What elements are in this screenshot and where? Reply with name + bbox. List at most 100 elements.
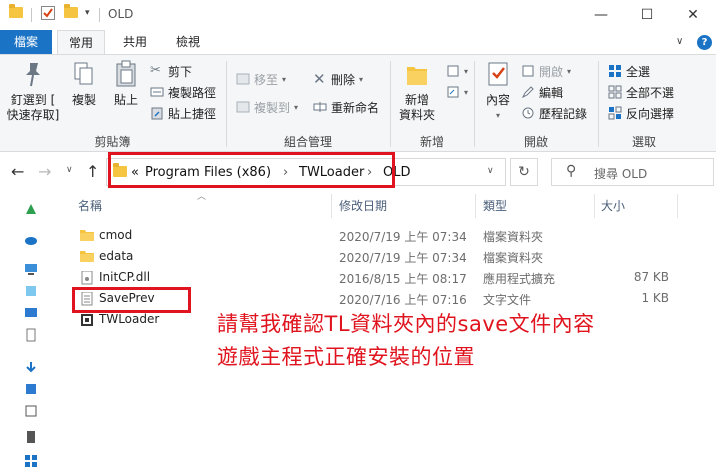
easy-access-button[interactable]: ▾ bbox=[446, 82, 468, 102]
edit-icon bbox=[521, 85, 535, 99]
select-none-button[interactable]: 全部不選 bbox=[608, 82, 674, 102]
copy-path-icon bbox=[150, 85, 164, 99]
rename-button[interactable]: 重新命名 bbox=[313, 97, 379, 117]
breadcrumb-item-program-files[interactable]: Program Files (x86) bbox=[145, 165, 271, 180]
tab-home[interactable]: 常用 bbox=[57, 30, 105, 55]
copy-label: 複製 bbox=[71, 93, 96, 107]
file-name: SavePrev bbox=[99, 291, 155, 305]
breadcrumb-separator[interactable]: › bbox=[367, 165, 372, 180]
copy-path-button[interactable]: 複製路徑 bbox=[150, 82, 216, 102]
file-type: 檔案資料夾 bbox=[483, 251, 544, 265]
new-folder-icon bbox=[405, 59, 429, 89]
text-file-icon bbox=[80, 291, 94, 306]
quick-access-dropdown-icon[interactable]: ▾ bbox=[85, 8, 90, 18]
tab-file[interactable]: 檔案 bbox=[0, 30, 52, 54]
divider[interactable] bbox=[331, 194, 332, 218]
onedrive-icon[interactable] bbox=[24, 232, 38, 246]
up-arrow-icon[interactable]: ↑ bbox=[86, 162, 99, 181]
select-all-button[interactable]: 全選 bbox=[608, 61, 650, 81]
file-row-saveprev[interactable]: SavePrev 2020/7/16 上午 07:16 文字文件 1 KB bbox=[70, 288, 680, 309]
refresh-button[interactable]: ↻ bbox=[510, 158, 538, 186]
new-folder-quick-icon[interactable] bbox=[64, 4, 78, 18]
scissors-icon: ✂ bbox=[150, 63, 161, 78]
open-button[interactable]: 開啟 ▾ bbox=[521, 61, 571, 81]
breadcrumb-item-old[interactable]: OLD bbox=[383, 165, 411, 180]
exe-file-icon bbox=[80, 313, 94, 326]
new-item-button[interactable]: ▾ bbox=[446, 61, 468, 81]
breadcrumb-separator[interactable]: › bbox=[283, 165, 288, 180]
paste-shortcut-button[interactable]: 貼上捷徑 bbox=[150, 103, 216, 123]
annotation-line-1: 請幫我確認TL資料夾內的save文件內容 bbox=[217, 312, 595, 336]
file-size: 87 KB bbox=[633, 270, 669, 284]
divider[interactable] bbox=[594, 194, 595, 218]
folder-icon bbox=[9, 4, 23, 18]
invert-selection-button[interactable]: 反向選擇 bbox=[608, 103, 674, 123]
address-dropdown-icon[interactable]: ∨ bbox=[487, 166, 494, 176]
address-bar[interactable]: « Program Files (x86) › TWLoader › OLD ∨ bbox=[106, 158, 506, 186]
properties-button[interactable]: 內容 ▾ bbox=[480, 59, 516, 123]
file-row-edata[interactable]: edata 2020/7/19 上午 07:34 檔案資料夾 bbox=[70, 246, 680, 267]
3d-objects-icon[interactable] bbox=[24, 284, 38, 298]
maximize-button[interactable]: ☐ bbox=[624, 0, 670, 30]
new-folder-label-line2: 資料夾 bbox=[398, 108, 435, 122]
music-icon[interactable] bbox=[24, 382, 38, 396]
file-modified: 2020/7/19 上午 07:34 bbox=[339, 230, 467, 244]
copy-to-button[interactable]: 複製到 ▾ bbox=[236, 97, 298, 117]
file-name: TWLoader bbox=[99, 312, 160, 326]
column-header-size[interactable]: 大小 bbox=[601, 197, 625, 214]
delete-button[interactable]: ✕ 刪除 ▾ bbox=[313, 69, 363, 89]
collapse-ribbon-icon[interactable]: ∨ bbox=[676, 36, 683, 47]
help-icon[interactable]: ? bbox=[697, 35, 712, 50]
local-disk-icon[interactable] bbox=[24, 454, 38, 468]
properties-icon bbox=[486, 59, 510, 89]
select-group-label: 選取 bbox=[631, 135, 656, 149]
documents-icon[interactable] bbox=[24, 328, 38, 342]
column-header-name[interactable]: 名稱 bbox=[78, 197, 102, 214]
copy-button[interactable]: 複製 bbox=[66, 59, 102, 108]
pin-label-line1: 釘選到 [ bbox=[10, 93, 56, 107]
move-to-label: 移至 bbox=[254, 72, 279, 87]
dll-file-icon bbox=[80, 270, 94, 285]
new-folder-label-line1: 新增 bbox=[404, 93, 429, 107]
properties-quick-icon[interactable] bbox=[41, 6, 55, 20]
tab-share[interactable]: 共用 bbox=[112, 30, 158, 54]
edit-button[interactable]: 編輯 bbox=[521, 82, 563, 102]
pin-quick-access-button[interactable]: 釘選到 [ 快速存取] bbox=[4, 59, 62, 123]
recent-locations-chevron-icon[interactable]: ∨ bbox=[66, 165, 73, 175]
chevron-down-icon: ▾ bbox=[359, 74, 364, 84]
search-placeholder: 搜尋 OLD bbox=[594, 167, 648, 181]
file-row-initcp-dll[interactable]: InitCP.dll 2016/8/15 上午 08:17 應用程式擴充 87 … bbox=[70, 267, 680, 288]
forward-arrow-icon[interactable]: → bbox=[38, 162, 51, 181]
column-header-type[interactable]: 類型 bbox=[483, 197, 507, 214]
search-input[interactable]: ⚲ 搜尋 OLD bbox=[551, 158, 714, 186]
minimize-button[interactable]: — bbox=[578, 0, 624, 30]
close-button[interactable]: ✕ bbox=[670, 0, 716, 30]
navigation-pane bbox=[0, 192, 44, 472]
back-arrow-icon[interactable]: ← bbox=[11, 162, 24, 181]
breadcrumb-item-twloader[interactable]: TWLoader bbox=[299, 165, 364, 180]
paste-button[interactable]: 貼上 bbox=[108, 59, 144, 108]
new-folder-button[interactable]: 新增 資料夾 bbox=[394, 59, 440, 123]
file-type: 文字文件 bbox=[483, 293, 532, 307]
desktop-icon[interactable] bbox=[24, 306, 38, 320]
folder-icon bbox=[80, 229, 94, 241]
this-pc-icon[interactable] bbox=[24, 262, 38, 276]
divider[interactable] bbox=[677, 194, 678, 218]
breadcrumb-overflow-chevron[interactable]: « bbox=[131, 165, 139, 180]
tab-view[interactable]: 檢視 bbox=[165, 30, 211, 54]
move-to-button[interactable]: 移至 ▾ bbox=[236, 69, 286, 89]
sort-ascending-icon: ︿ bbox=[197, 192, 207, 202]
cut-button[interactable]: ✂ 剪下 bbox=[150, 61, 192, 81]
history-button[interactable]: 歷程記錄 bbox=[521, 103, 587, 123]
file-row-cmod[interactable]: cmod 2020/7/19 上午 07:34 檔案資料夾 bbox=[70, 225, 680, 246]
column-header-modified[interactable]: 修改日期 bbox=[339, 197, 387, 214]
downloads-icon[interactable] bbox=[24, 360, 38, 374]
file-name: cmod bbox=[99, 228, 133, 242]
chevron-down-icon: ▾ bbox=[495, 111, 500, 120]
videos-icon[interactable] bbox=[24, 430, 38, 444]
quick-access-icon[interactable] bbox=[24, 202, 38, 216]
chevron-down-icon: ▾ bbox=[294, 102, 299, 112]
pictures-icon[interactable] bbox=[24, 404, 38, 418]
divider[interactable] bbox=[475, 194, 476, 218]
divider bbox=[99, 8, 100, 22]
